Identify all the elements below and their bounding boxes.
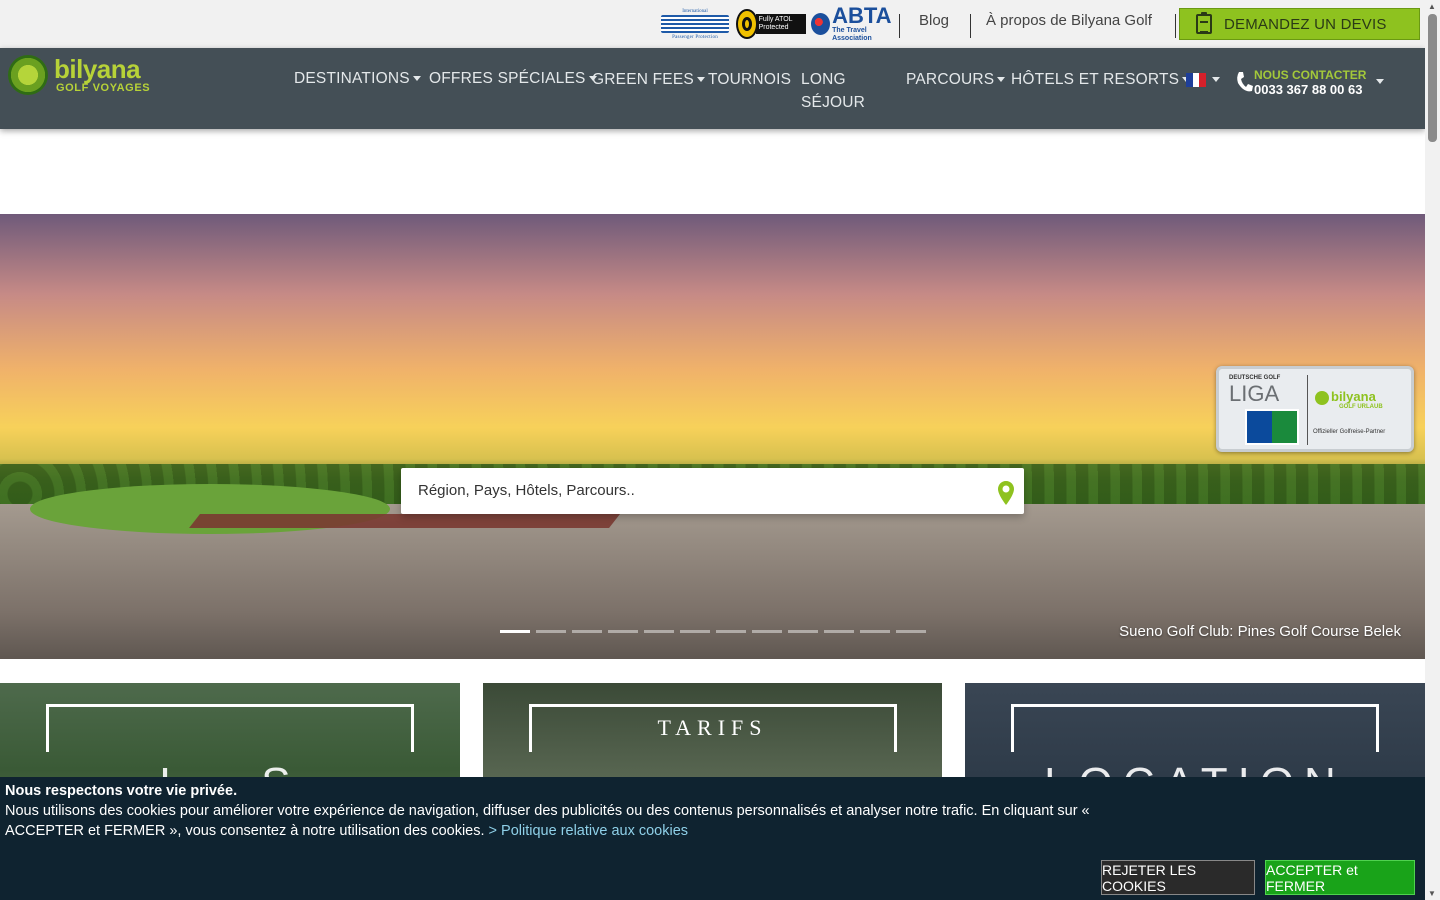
slider-dot[interactable] <box>572 630 602 633</box>
abta-badge[interactable]: ABTA The Travel Association <box>811 3 897 42</box>
nav-label: LONG <box>801 71 846 88</box>
nav-label: SÉJOUR <box>801 94 866 111</box>
atol-logo-icon <box>736 9 758 39</box>
slider-dot[interactable] <box>860 630 890 633</box>
phone-icon <box>1237 72 1253 92</box>
slider-dot[interactable] <box>500 630 530 633</box>
slider-dot[interactable] <box>788 630 818 633</box>
nav-label: GREEN FEES <box>592 71 694 88</box>
slider-dot[interactable] <box>716 630 746 633</box>
slider-dot[interactable] <box>644 630 674 633</box>
abta-globe-icon <box>811 13 831 35</box>
slider-dot[interactable] <box>824 630 854 633</box>
destination-search-input[interactable]: Région, Pays, Hôtels, Parcours.. <box>401 468 1024 514</box>
divider <box>899 14 900 38</box>
slide-caption: Sueno Golf Club: Pines Golf Course Belek <box>1119 623 1401 640</box>
cookie-heading: Nous respectons votre vie privée. <box>5 783 238 799</box>
bilyana-ball-icon <box>1315 391 1329 405</box>
logo-sub: GOLF VOYAGES <box>56 82 151 94</box>
atol-label: Fully ATOL Protected <box>755 14 806 34</box>
clipboard-icon <box>1196 12 1212 34</box>
caret-down-icon <box>997 77 1006 83</box>
ipp-badge[interactable]: International Passenger Protection <box>660 8 730 40</box>
location-pin-icon[interactable] <box>997 481 1015 505</box>
divider <box>970 14 971 38</box>
divider <box>1307 375 1308 445</box>
blog-link[interactable]: Blog <box>919 12 949 29</box>
site-logo[interactable]: bilyana GOLF VOYAGES <box>8 55 150 95</box>
caret-down-icon <box>696 77 705 83</box>
nav-green-fees[interactable]: GREEN FEES <box>592 68 705 91</box>
ipp-badge-top: International <box>682 8 708 14</box>
cookie-policy-link[interactable]: > Politique relative aux cookies <box>489 823 689 839</box>
ipp-badge-caption: Passenger Protection <box>672 34 718 40</box>
tile-title: TARIFS <box>657 715 768 740</box>
about-link[interactable]: À propos de Bilyana Golf <box>986 12 1152 29</box>
liga-brand: bilyana <box>1331 389 1376 404</box>
quote-button[interactable]: DEMANDEZ UN DEVIS <box>1179 8 1420 40</box>
logo-name: bilyana <box>54 54 141 84</box>
slider-dot[interactable] <box>752 630 782 633</box>
slider-dots <box>500 630 926 633</box>
liga-official: Offizieller Golfreise-Partner <box>1313 429 1386 435</box>
cookie-text: Nous utilisons des cookies pour améliore… <box>5 801 1145 841</box>
liga-brand-sub: GOLF URLAUB <box>1339 404 1383 410</box>
contact-caret-down-icon[interactable] <box>1376 79 1384 84</box>
quote-button-label: DEMANDEZ UN DEVIS <box>1224 15 1387 33</box>
page-scrollbar[interactable]: ▲ ▼ <box>1425 0 1440 900</box>
contact-phone[interactable]: 0033 367 88 00 63 <box>1254 82 1362 97</box>
golfer-shield-icon <box>1245 409 1299 445</box>
reject-cookies-button[interactable]: REJETER LES COOKIES <box>1101 860 1255 895</box>
abta-sub: The Travel Association <box>832 27 872 42</box>
contact-label[interactable]: NOUS CONTACTER <box>1254 68 1366 82</box>
liga-l2: LIGA <box>1229 381 1280 406</box>
nav-label: DESTINATIONS <box>294 70 410 87</box>
scroll-down-icon[interactable]: ▼ <box>1428 889 1436 898</box>
scroll-up-icon[interactable]: ▲ <box>1428 2 1436 11</box>
nav-special-offers[interactable]: OFFRES SPÉCIALES <box>429 67 597 90</box>
divider <box>1175 14 1176 38</box>
nav-label: PARCOURS <box>906 71 995 88</box>
tile-frame <box>46 704 414 752</box>
nav-destinations[interactable]: DESTINATIONS <box>294 67 421 90</box>
golf-ball-logo-icon <box>8 55 48 95</box>
language-flag-icon[interactable] <box>1186 73 1207 87</box>
scrollbar-thumb[interactable] <box>1428 14 1437 142</box>
slider-dot[interactable] <box>896 630 926 633</box>
caret-down-icon <box>412 76 421 82</box>
top-bar: International Passenger Protection Fully… <box>0 0 1425 48</box>
cookie-banner: Nous respectons votre vie privée. Nous u… <box>0 777 1425 900</box>
nav-courses[interactable]: PARCOURS <box>906 68 1006 91</box>
tile-frame <box>1011 704 1379 752</box>
atol-badge[interactable]: Fully ATOL Protected <box>736 8 806 40</box>
nav-label: OFFRES SPÉCIALES <box>429 70 586 87</box>
nav-long-stay[interactable]: LONG SÉJOUR <box>801 68 865 114</box>
slider-dot[interactable] <box>536 630 566 633</box>
hero-slider[interactable]: DEUTSCHE GOLF LIGA bilyana GOLF URLAUB O… <box>0 214 1425 659</box>
ipp-logo-icon <box>661 14 729 33</box>
page: International Passenger Protection Fully… <box>0 0 1440 900</box>
slider-dot[interactable] <box>608 630 638 633</box>
golf-liga-partner-badge[interactable]: DEUTSCHE GOLF LIGA bilyana GOLF URLAUB O… <box>1216 366 1414 452</box>
nav-label: TOURNOIS <box>708 71 792 88</box>
nav-tournaments[interactable]: TOURNOIS <box>708 68 791 91</box>
slider-dot[interactable] <box>680 630 710 633</box>
nav-label: HÔTELS ET RESORTS <box>1011 71 1180 88</box>
accept-cookies-button[interactable]: ACCEPTER et FERMER <box>1265 860 1415 895</box>
abta-name: ABTA <box>832 3 892 28</box>
nav-hotels[interactable]: HÔTELS ET RESORTS <box>1011 68 1191 91</box>
language-caret-down-icon[interactable] <box>1212 77 1220 82</box>
